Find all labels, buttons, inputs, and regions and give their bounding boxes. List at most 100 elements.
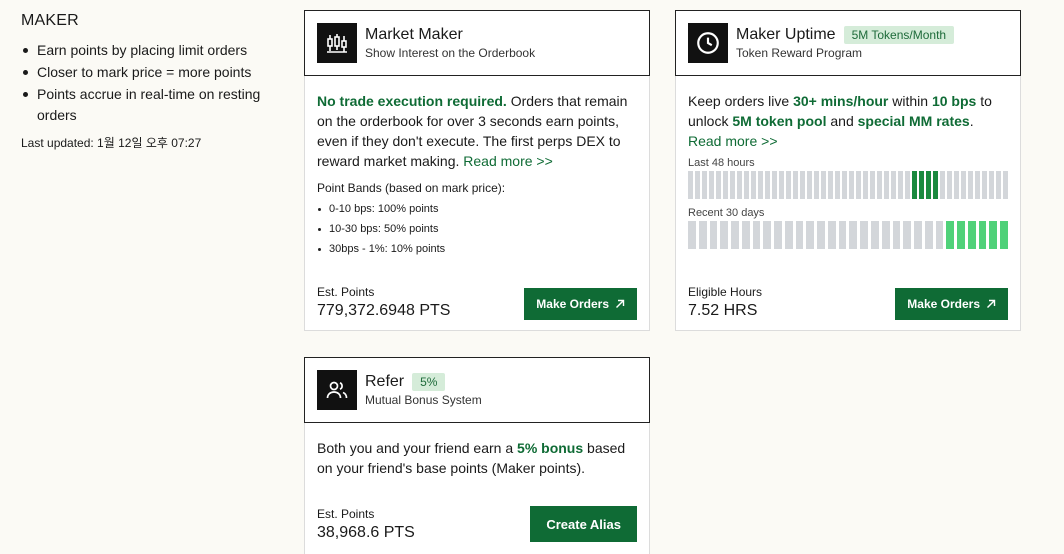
users-icon [317,370,357,410]
activity-bar-inactive [763,221,772,249]
activity-bar-inactive [1003,171,1008,199]
card-subtitle: Show Interest on the Orderbook [365,46,536,60]
button-label: Make Orders [536,297,609,311]
bands-title: Point Bands (based on mark price): [317,181,506,195]
activity-bar-inactive [784,221,793,249]
desc-text: . [969,113,974,129]
card-subtitle: Mutual Bonus System [365,393,482,407]
activity-bar-inactive [871,221,879,249]
activity-bar-inactive [940,171,945,199]
activity-bar-inactive [842,171,847,199]
desc-text: and [826,113,858,129]
refer-card: Refer 5% Mutual Bonus System Both you an… [304,357,650,554]
refer-description: Both you and your friend earn a 5% bonus… [317,438,637,478]
sidebar-bullet: Closer to mark price = more points [21,62,291,83]
activity-bar-inactive [860,221,869,249]
activity-bar-inactive [877,171,882,199]
activity-bar-inactive [730,171,735,199]
desc-highlight: 30+ mins/hour [793,93,889,109]
maker-uptime-card: Maker Uptime 5M Tokens/Month Token Rewar… [675,10,1021,331]
activity-bar-inactive [891,171,896,199]
activity-bar-inactive [870,171,875,199]
make-orders-button[interactable]: Make Orders [524,288,637,320]
maker-uptime-description: Keep orders live 30+ mins/hour within 10… [688,91,1008,151]
activity-bar-inactive [806,221,815,249]
arrow-up-right-icon [616,299,625,308]
read-more-link[interactable]: Read more >> [688,133,778,149]
activity-bar-inactive [751,171,756,199]
maker-uptime-header: Maker Uptime 5M Tokens/Month Token Rewar… [675,10,1021,76]
activity-bar-inactive [765,171,770,199]
activity-bar-inactive [849,171,854,199]
sidebar-bullets: Earn points by placing limit orders Clos… [21,40,291,126]
activity-bar-inactive [800,171,805,199]
activity-bar-inactive [935,221,944,249]
activity-bar-inactive [720,221,729,249]
activity-bar-inactive [709,221,718,249]
refer-footer: Est. Points 38,968.6 PTS Create Alias [317,506,637,542]
activity-bar-active [978,221,987,249]
activity-bar-inactive [863,171,868,199]
activity-bar-inactive [709,171,714,199]
activity-bar-inactive [723,171,728,199]
activity-bar-inactive [779,171,784,199]
activity-bar-inactive [924,221,933,249]
make-orders-button[interactable]: Make Orders [895,288,1008,320]
eligible-hours-label: Eligible Hours [688,285,763,299]
card-subtitle: Token Reward Program [736,46,863,60]
hours-activity-bars [688,171,1008,199]
create-alias-button[interactable]: Create Alias [530,506,637,542]
activity-bar-inactive [744,171,749,199]
desc-highlight: No trade execution required. [317,93,507,109]
activity-bar-inactive [737,171,742,199]
activity-bar-inactive [835,171,840,199]
activity-bar-inactive [996,171,1001,199]
maker-sidebar: MAKER Earn points by placing limit order… [21,12,291,151]
activity-bar-active [967,221,976,249]
activity-bar-inactive [807,171,812,199]
clock-icon [688,23,728,63]
band-item: 30bps - 1%: 10% points [317,239,637,259]
activity-bar-inactive [793,171,798,199]
activity-bar-inactive [905,171,910,199]
bands-list: 0-10 bps: 100% points 10-30 bps: 50% poi… [317,199,637,259]
read-more-link[interactable]: Read more >> [463,153,553,169]
activity-bar-inactive [786,171,791,199]
activity-bar-inactive [731,221,739,249]
sidebar-bullet: Earn points by placing limit orders [21,40,291,61]
candlestick-icon [317,23,357,63]
activity-bar-active [946,221,955,249]
activity-bar-inactive [817,221,825,249]
card-title: Market Maker [365,26,463,43]
desc-text: Keep orders live [688,93,794,109]
sidebar-title: MAKER [21,12,79,29]
activity-bar-inactive [774,221,782,249]
activity-bar-inactive [702,171,707,199]
activity-bar-active [957,221,965,249]
activity-bar-inactive [898,171,903,199]
maker-uptime-body: Keep orders live 30+ mins/hour within 10… [688,91,1008,249]
activity-bar-inactive [821,171,826,199]
refer-header: Refer 5% Mutual Bonus System [304,357,650,423]
card-title: Maker Uptime [736,26,836,43]
activity-bar-inactive [968,171,973,199]
card-title: Refer [365,373,405,390]
last-updated: Last updated: 1월 12일 오후 07:27 [21,136,202,150]
activity-bar-active [919,171,924,199]
market-maker-footer: Est. Points 779,372.6948 PTS Make Orders [317,285,637,320]
desc-highlight: 10 bps [931,93,977,109]
activity-bar-inactive [975,171,980,199]
desc-highlight: 5M token pool [732,113,827,129]
activity-bar-active [933,171,938,199]
est-points-value: 779,372.6948 PTS [317,302,451,319]
est-points-label: Est. Points [317,507,375,521]
activity-bar-inactive [881,221,890,249]
refer-body: Both you and your friend earn a 5% bonus… [317,438,637,478]
button-label: Make Orders [907,297,980,311]
activity-bar-inactive [856,171,861,199]
desc-text: within [888,93,932,109]
activity-bar-inactive [989,171,994,199]
activity-bar-active [989,221,998,249]
activity-bar-inactive [752,221,761,249]
activity-bar-inactive [716,171,721,199]
